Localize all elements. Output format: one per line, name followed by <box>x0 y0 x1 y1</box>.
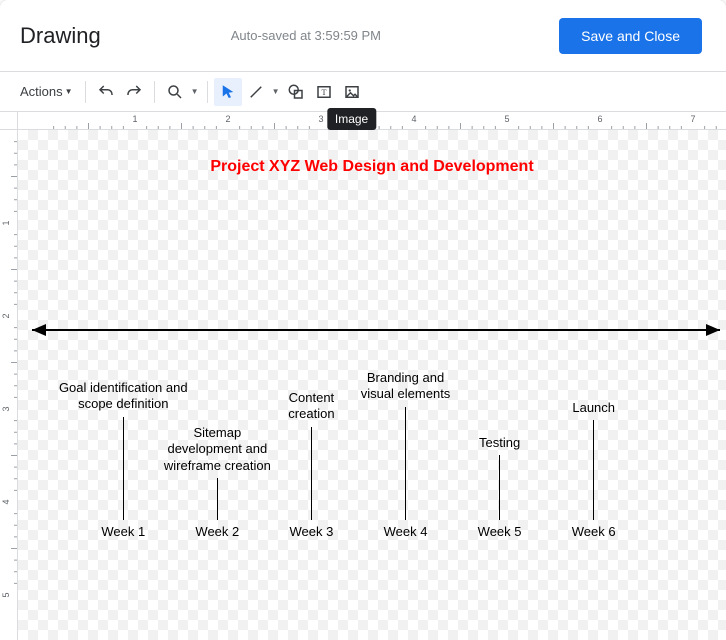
svg-text:7: 7 <box>690 114 695 124</box>
caret-down-icon: ▼ <box>65 87 73 96</box>
textbox-tool-button[interactable]: T <box>310 78 338 106</box>
svg-text:6: 6 <box>597 114 602 124</box>
save-and-close-button[interactable]: Save and Close <box>559 18 702 54</box>
drawing-canvas[interactable]: Project XYZ Web Design and Development G… <box>18 130 726 640</box>
timeline-week-label: Week 5 <box>478 524 522 539</box>
ruler-corner <box>0 112 18 129</box>
actions-label: Actions <box>20 84 63 99</box>
actions-menu-button[interactable]: Actions ▼ <box>14 80 79 103</box>
undo-icon <box>97 83 115 101</box>
timeline-week-label: Week 2 <box>195 524 239 539</box>
shape-tool-button[interactable] <box>282 78 310 106</box>
svg-text:4: 4 <box>411 114 416 124</box>
dialog-header: Drawing Auto-saved at 3:59:59 PM Save an… <box>0 0 726 72</box>
drawing-title-text: Project XYZ Web Design and Development <box>18 158 726 176</box>
milestone-label: Launch <box>519 400 669 416</box>
milestone-stick <box>217 478 218 520</box>
timeline-axis <box>18 320 726 340</box>
toolbar: Actions ▼ ▼ ▼ <box>0 72 726 112</box>
svg-text:2: 2 <box>1 313 11 318</box>
toolbar-separator <box>85 81 86 103</box>
line-icon <box>247 83 265 101</box>
svg-text:5: 5 <box>504 114 509 124</box>
toolbar-separator <box>207 81 208 103</box>
zoom-button[interactable] <box>161 78 189 106</box>
image-tool-button[interactable]: Image <box>338 78 366 106</box>
svg-text:5: 5 <box>1 592 11 597</box>
milestone-stick <box>593 420 594 520</box>
svg-text:3: 3 <box>1 406 11 411</box>
autosave-status: Auto-saved at 3:59:59 PM <box>101 28 559 43</box>
milestone-stick <box>499 455 500 520</box>
vertical-ruler[interactable]: 1 2 3 4 5 <box>0 130 18 640</box>
shape-icon <box>287 83 305 101</box>
timeline-week-label: Week 3 <box>290 524 334 539</box>
svg-text:4: 4 <box>1 499 11 504</box>
caret-down-icon: ▼ <box>191 87 199 96</box>
zoom-dropdown[interactable]: ▼ <box>189 87 201 96</box>
svg-text:2: 2 <box>225 114 230 124</box>
undo-button[interactable] <box>92 78 120 106</box>
caret-down-icon: ▼ <box>272 87 280 96</box>
timeline-week-label: Week 4 <box>384 524 428 539</box>
toolbar-separator <box>154 81 155 103</box>
main-area: 1 2 3 4 5 Project XYZ Web Design and Develop… <box>0 130 726 640</box>
milestone-label: Branding and visual elements <box>331 370 481 403</box>
image-icon <box>343 83 361 101</box>
cursor-icon <box>219 83 237 101</box>
timeline-milestone: Launch <box>519 400 669 520</box>
select-tool-button[interactable] <box>214 78 242 106</box>
line-tool-button[interactable] <box>242 78 270 106</box>
milestone-stick <box>405 407 406 520</box>
svg-text:1: 1 <box>132 114 137 124</box>
zoom-group: ▼ <box>161 78 201 106</box>
milestone-label: Goal identification and scope definition <box>48 380 198 413</box>
drawing-dialog: Drawing Auto-saved at 3:59:59 PM Save an… <box>0 0 726 640</box>
milestone-stick <box>311 427 312 520</box>
redo-button[interactable] <box>120 78 148 106</box>
svg-text:1: 1 <box>1 220 11 225</box>
milestone-stick <box>123 417 124 520</box>
line-tool-group: ▼ <box>242 78 282 106</box>
line-tool-dropdown[interactable]: ▼ <box>270 87 282 96</box>
dialog-title: Drawing <box>20 23 101 49</box>
image-tooltip: Image <box>327 108 376 130</box>
zoom-icon <box>166 83 184 101</box>
svg-text:3: 3 <box>318 114 323 124</box>
timeline-week-label: Week 6 <box>572 524 616 539</box>
redo-icon <box>125 83 143 101</box>
textbox-icon: T <box>315 83 333 101</box>
svg-text:T: T <box>321 88 326 97</box>
timeline-week-label: Week 1 <box>101 524 145 539</box>
